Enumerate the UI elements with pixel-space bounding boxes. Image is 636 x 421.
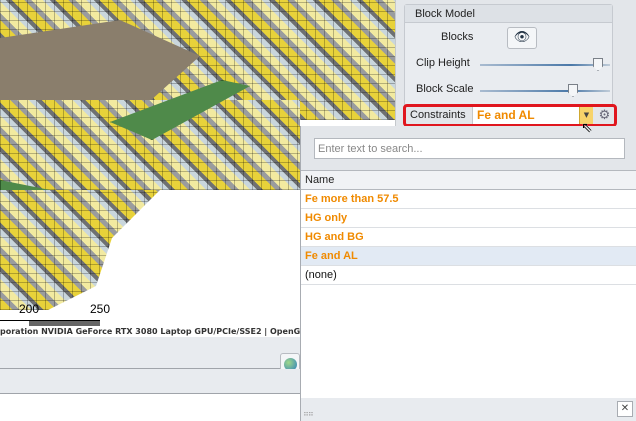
clip-height-slider[interactable] bbox=[480, 58, 610, 71]
list-item[interactable]: Fe more than 57.5 bbox=[301, 190, 636, 209]
list-item[interactable]: (none) bbox=[301, 266, 636, 285]
eye-icon: 👁 bbox=[513, 30, 531, 45]
toolbar bbox=[0, 337, 300, 375]
popup-footer: ⠶⠶ ✕ bbox=[301, 398, 636, 421]
block-scale-slider[interactable] bbox=[480, 84, 610, 97]
close-popup-button[interactable]: ✕ bbox=[617, 401, 633, 417]
slider-thumb[interactable] bbox=[568, 84, 578, 97]
constraints-dropdown-popup: Name Fe more than 57.5 HG only HG and BG… bbox=[300, 126, 636, 421]
constraints-list: Fe more than 57.5 HG only HG and BG Fe a… bbox=[301, 190, 636, 285]
scale-label: 250 bbox=[90, 302, 111, 316]
blocks-visibility-button[interactable]: 👁 bbox=[507, 27, 537, 49]
constraints-label: Constraints bbox=[410, 109, 466, 121]
list-item-selected[interactable]: Fe and AL bbox=[301, 247, 636, 266]
list-item[interactable]: HG only bbox=[301, 209, 636, 228]
group-title: Block Model bbox=[405, 5, 612, 23]
clip-height-label: Clip Height bbox=[416, 57, 470, 69]
scale-bar: 200 250 bbox=[0, 302, 110, 326]
column-header-name[interactable]: Name bbox=[301, 171, 636, 190]
constraints-settings-button[interactable]: ⚙ bbox=[595, 107, 614, 124]
scale-label: 200 bbox=[19, 302, 40, 316]
list-item[interactable]: HG and BG bbox=[301, 228, 636, 247]
block-scale-label: Block Scale bbox=[416, 83, 474, 95]
gear-icon: ⚙ bbox=[598, 108, 611, 123]
search-input[interactable] bbox=[314, 138, 625, 159]
toolbar-secondary bbox=[0, 369, 300, 394]
constraints-combobox[interactable]: Fe and AL bbox=[472, 107, 579, 124]
close-icon: ✕ bbox=[620, 403, 630, 414]
block-model-render bbox=[0, 190, 160, 310]
renderer-status-text: poration NVIDIA GeForce RTX 3080 Laptop … bbox=[0, 326, 300, 337]
slider-thumb[interactable] bbox=[593, 58, 603, 71]
chevron-down-icon: ▼ bbox=[583, 111, 590, 119]
mouse-cursor-icon: ⇖ bbox=[581, 120, 593, 136]
resize-grip-icon[interactable]: ⠶⠶ bbox=[303, 409, 314, 418]
